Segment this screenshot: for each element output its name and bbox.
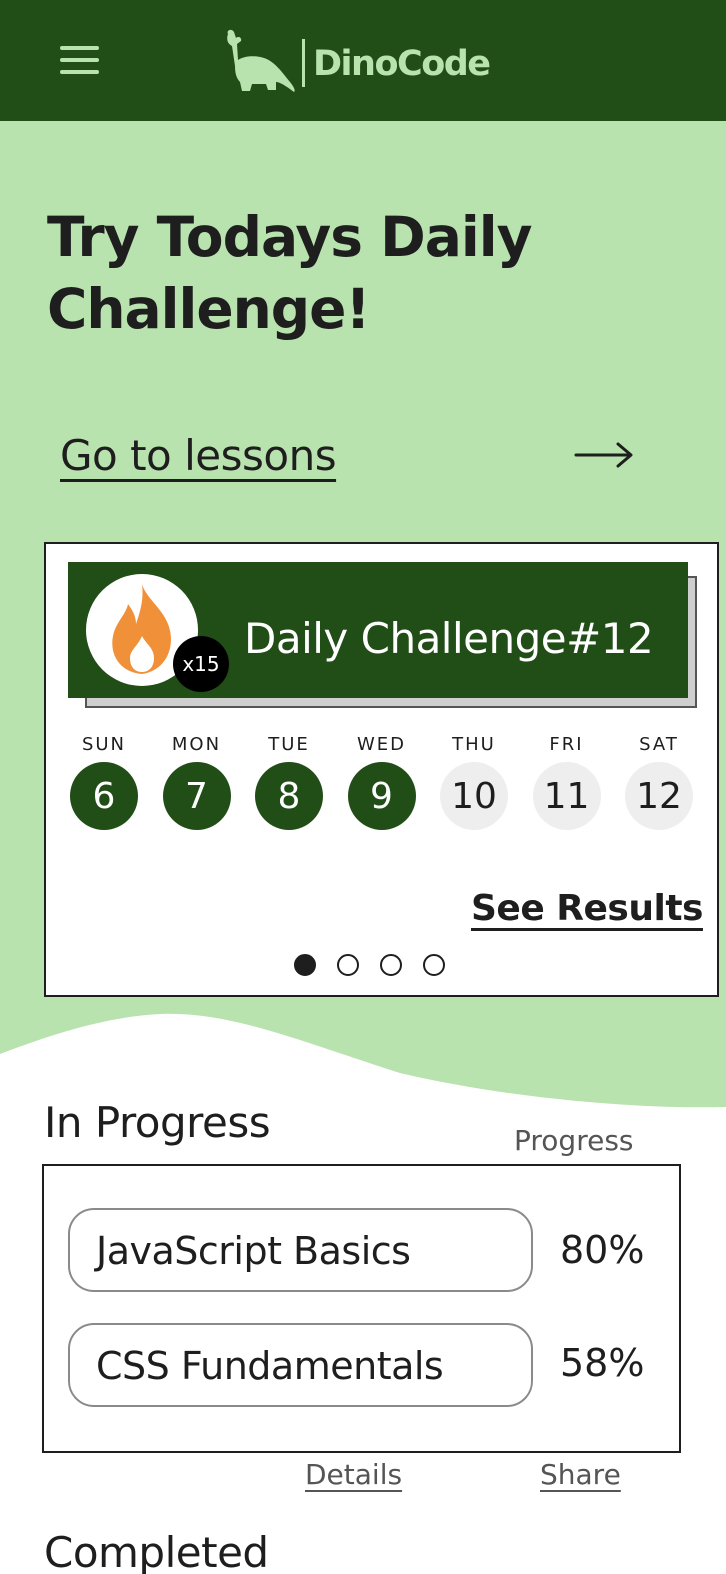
course-progress: 58% [560,1341,645,1385]
course-item-css-fundamentals[interactable]: CSS Fundamentals [68,1323,533,1407]
day-name: THU [452,734,496,755]
day-number[interactable]: 11 [532,762,601,830]
day-name: FRI [549,734,584,755]
day-number[interactable]: 8 [255,762,323,830]
course-name: JavaScript Basics [96,1229,411,1273]
arrow-right-icon[interactable] [574,440,634,470]
details-link[interactable]: Details [305,1458,402,1491]
day-number[interactable]: 7 [162,762,231,830]
course-progress: 80% [560,1228,645,1272]
daily-challenge-card: x15 Daily Challenge#12 SUN 6 MON 7 TUE 8 WED 9 T… [44,542,719,997]
challenge-banner[interactable]: x15 Daily Challenge#12 [68,562,688,698]
week-calendar: SUN 6 MON 7 TUE 8 WED 9 THU 10 FRI 11 SAT 12 [70,734,700,834]
day-number[interactable]: 9 [347,762,416,830]
see-results-link[interactable]: See Results [471,888,703,929]
day-sat: SAT 12 [625,734,693,830]
day-wed: WED 9 [347,734,416,830]
hamburger-menu-icon[interactable] [60,46,100,74]
app-header: DinoCode [0,0,726,121]
day-name: SUN [81,734,127,755]
day-number[interactable]: 6 [70,762,138,830]
day-name: SAT [639,734,679,755]
dinosaur-icon [227,29,295,92]
carousel-pager [294,954,466,978]
day-fri: FRI 11 [532,734,601,830]
progress-column-header: Progress [514,1124,634,1157]
challenge-title: Daily Challenge#12 [244,614,654,663]
day-mon: MON 7 [162,734,231,830]
course-name: CSS Fundamentals [96,1344,444,1388]
day-name: TUE [268,734,310,755]
hero-title: Try Todays Daily Challenge! [47,205,532,341]
flame-icon [112,584,171,674]
in-progress-title: In Progress [44,1098,271,1147]
day-thu: THU 10 [440,734,508,830]
in-progress-list: JavaScript Basics 80% CSS Fundamentals 5… [42,1164,681,1453]
pager-dot[interactable] [294,954,316,976]
pager-dot[interactable] [380,954,402,976]
app-logo[interactable]: DinoCode [220,28,491,94]
completed-title: Completed [44,1528,269,1574]
go-to-lessons-link[interactable]: Go to lessons [60,431,337,480]
share-link[interactable]: Share [540,1458,621,1491]
day-number[interactable]: 12 [625,762,693,830]
course-item-javascript-basics[interactable]: JavaScript Basics [68,1208,533,1292]
day-number[interactable]: 10 [440,762,508,830]
brand-name: DinoCode [313,44,491,84]
pager-dot[interactable] [337,954,359,976]
day-sun: SUN 6 [70,734,138,830]
logo-divider [302,39,305,87]
hero-section: Try Todays Daily Challenge! Go to lesson… [0,121,726,1111]
streak-count: x15 [173,636,229,692]
day-name: WED [356,734,407,755]
day-name: MON [171,734,222,755]
pager-dot[interactable] [423,954,445,976]
day-tue: TUE 8 [255,734,323,830]
